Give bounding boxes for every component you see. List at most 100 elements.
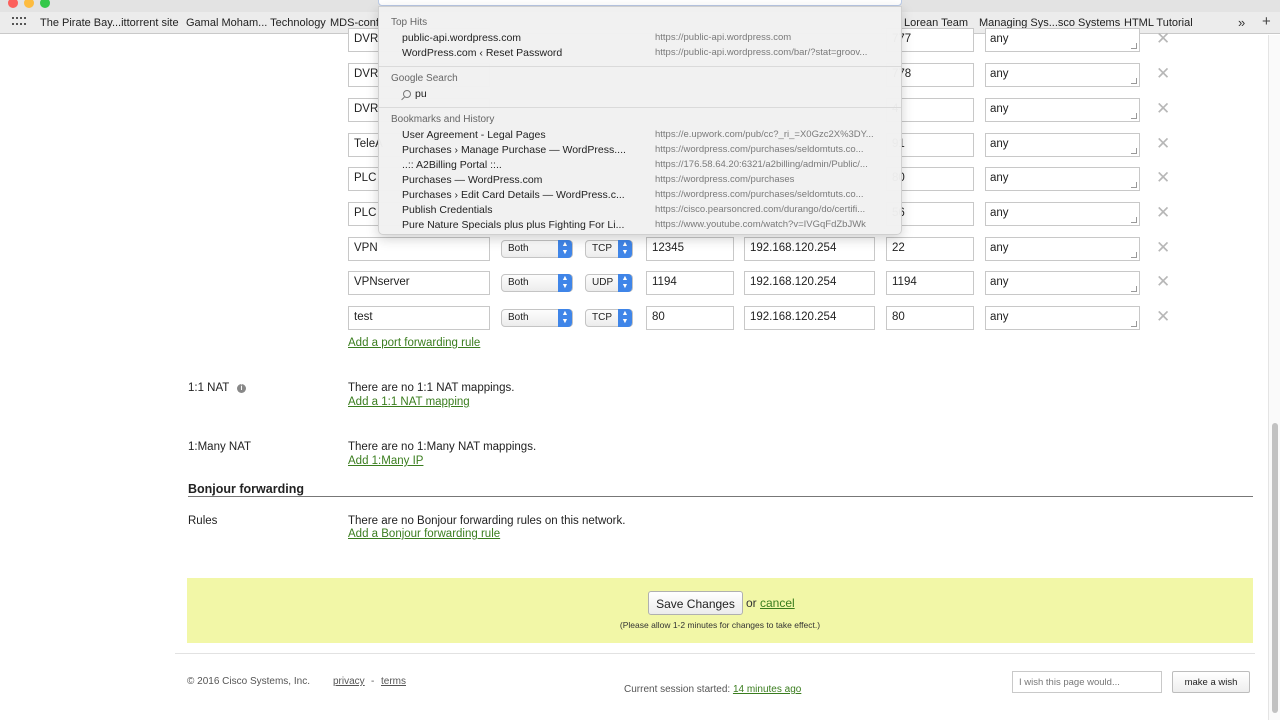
delete-icon[interactable]: ✕ [1156, 64, 1170, 84]
protocol-select[interactable]: TCP ▲ ▼ [585, 309, 633, 327]
delete-icon[interactable]: ✕ [1156, 307, 1170, 327]
save-changes-button[interactable]: Save Changes [648, 591, 743, 615]
terms-link[interactable]: terms [381, 676, 406, 687]
page-scrollbar[interactable] [1268, 35, 1280, 720]
suggestion-url[interactable]: https://e.upwork.com/pub/cc?_ri_=X0Gzc2X… [655, 129, 891, 140]
uplink-value: Both [508, 312, 529, 323]
bonjour-rules-label: Rules [188, 515, 218, 527]
plus-icon[interactable]: + [1262, 13, 1271, 30]
delete-icon[interactable]: ✕ [1156, 134, 1170, 154]
chevron-updown-icon: ▲ ▼ [558, 309, 572, 327]
footer-separator: - [371, 676, 375, 687]
public-port-input[interactable]: 12345 [646, 237, 734, 261]
allowed-remote-ips-input[interactable]: any [985, 167, 1140, 191]
delete-icon[interactable]: ✕ [1156, 203, 1170, 223]
add-1to1-nat-link[interactable]: Add a 1:1 NAT mapping [348, 396, 470, 408]
allowed-remote-ips-input[interactable]: any [985, 202, 1140, 226]
copyright-text: © 2016 Cisco Systems, Inc. [187, 676, 310, 687]
suggestion-url[interactable]: https://wordpress.com/purchases/seldomtu… [655, 189, 891, 200]
rule-name-input[interactable]: test [348, 306, 490, 330]
allowed-remote-ips-input[interactable]: any [985, 98, 1140, 122]
delete-icon[interactable]: ✕ [1156, 168, 1170, 188]
local-port-input[interactable]: 80 [886, 306, 974, 330]
delete-icon[interactable]: ✕ [1156, 99, 1170, 119]
delete-icon[interactable]: ✕ [1156, 272, 1170, 292]
chevron-updown-icon: ▲ ▼ [618, 274, 632, 292]
session-time-link[interactable]: 14 minutes ago [733, 684, 801, 695]
chevron-updown-icon: ▲ ▼ [558, 240, 572, 258]
history-heading: Bookmarks and History [391, 114, 495, 125]
divider [175, 653, 1255, 654]
allowed-remote-ips-input[interactable]: any [985, 271, 1140, 295]
session-prefix: Current session started: [624, 684, 731, 695]
suggestion-url[interactable]: https://public-api.wordpress.com [655, 32, 891, 43]
suggestion-url[interactable]: https://176.58.64.20:6321/a2billing/admi… [655, 159, 891, 170]
nat-1tomany-message: There are no 1:Many NAT mappings. [348, 441, 537, 453]
allowed-remote-ips-input[interactable]: any [985, 237, 1140, 261]
uplink-select[interactable]: Both ▲ ▼ [501, 274, 573, 292]
suggestion-url[interactable]: https://cisco.pearsoncred.com/durango/do… [655, 204, 891, 215]
wish-input[interactable]: I wish this page would... [1012, 671, 1162, 693]
make-a-wish-button[interactable]: make a wish [1172, 671, 1250, 693]
allowed-remote-ips-input[interactable]: any [985, 306, 1140, 330]
info-icon[interactable]: i [237, 384, 246, 393]
public-port-input[interactable]: 80 [646, 306, 734, 330]
bookmark-item[interactable]: The Pirate Bay...ittorrent site [40, 17, 179, 29]
lan-ip-input[interactable]: 192.168.120.254 [744, 271, 875, 295]
chevron-right-icon[interactable]: » [1238, 15, 1245, 30]
suggestion-title[interactable]: Purchases › Manage Purchase — WordPress.… [402, 144, 642, 156]
local-port-input[interactable]: 22 [886, 237, 974, 261]
rule-name-input[interactable]: VPN [348, 237, 490, 261]
uplink-select[interactable]: Both ▲ ▼ [501, 309, 573, 327]
nat-1tomany-label: 1:Many NAT [188, 441, 252, 453]
delete-icon[interactable]: ✕ [1156, 29, 1170, 49]
uplink-value: Both [508, 243, 529, 254]
suggestion-url[interactable]: https://public-api.wordpress.com/bar/?st… [655, 47, 891, 58]
lan-ip-input[interactable]: 192.168.120.254 [744, 306, 875, 330]
protocol-select[interactable]: TCP ▲ ▼ [585, 240, 633, 258]
suggestion-title[interactable]: Publish Credentials [402, 204, 642, 216]
public-port-input[interactable]: 1194 [646, 271, 734, 295]
protocol-value: TCP [592, 243, 612, 254]
suggestion-title[interactable]: public-api.wordpress.com [402, 32, 642, 44]
privacy-link[interactable]: privacy [333, 676, 365, 687]
suggestion-title[interactable]: WordPress.com ‹ Reset Password [402, 47, 642, 59]
save-bar: Save Changes or cancel (Please allow 1-2… [187, 578, 1253, 643]
or-text: or [746, 596, 757, 610]
cancel-link[interactable]: cancel [760, 596, 795, 610]
suggestion-title[interactable]: Purchases — WordPress.com [402, 174, 642, 186]
divider [379, 66, 901, 67]
add-port-forwarding-link[interactable]: Add a port forwarding rule [348, 337, 480, 349]
add-bonjour-rule-link[interactable]: Add a Bonjour forwarding rule [348, 528, 500, 540]
divider [188, 496, 1253, 497]
minimize-window-button[interactable] [24, 0, 34, 8]
lan-ip-input[interactable]: 192.168.120.254 [744, 237, 875, 261]
uplink-select[interactable]: Both ▲ ▼ [501, 240, 573, 258]
bookmark-item[interactable]: Gamal Moham... Technology [186, 17, 326, 29]
allowed-remote-ips-input[interactable]: any [985, 133, 1140, 157]
search-icon [403, 90, 411, 98]
suggestion-title[interactable]: User Agreement - Legal Pages [402, 129, 642, 141]
search-suggestion[interactable]: pu [415, 88, 427, 100]
suggestion-title[interactable]: Pure Nature Specials plus plus Fighting … [402, 219, 642, 231]
suggestion-url[interactable]: https://www.youtube.com/watch?v=IVGqFdZb… [655, 219, 891, 230]
allowed-remote-ips-input[interactable]: any [985, 28, 1140, 52]
allowed-remote-ips-input[interactable]: any [985, 63, 1140, 87]
add-1tomany-ip-link[interactable]: Add 1:Many IP [348, 455, 423, 467]
rule-name-input[interactable]: VPNserver [348, 271, 490, 295]
local-port-input[interactable]: 1194 [886, 271, 974, 295]
save-note: (Please allow 1-2 minutes for changes to… [619, 620, 821, 630]
suggestion-url[interactable]: https://wordpress.com/purchases/seldomtu… [655, 144, 891, 155]
suggestion-title[interactable]: ..:: A2Billing Portal ::.. [402, 159, 642, 171]
delete-icon[interactable]: ✕ [1156, 238, 1170, 258]
protocol-select[interactable]: UDP ▲ ▼ [585, 274, 633, 292]
grid-icon[interactable] [12, 17, 26, 27]
bonjour-heading: Bonjour forwarding [188, 482, 304, 496]
divider [379, 107, 901, 108]
suggestion-title[interactable]: Purchases › Edit Card Details — WordPres… [402, 189, 642, 201]
close-window-button[interactable] [8, 0, 18, 8]
zoom-window-button[interactable] [40, 0, 50, 8]
scrollbar-thumb[interactable] [1272, 423, 1278, 713]
chevron-updown-icon: ▲ ▼ [618, 309, 632, 327]
suggestion-url[interactable]: https://wordpress.com/purchases [655, 174, 891, 185]
